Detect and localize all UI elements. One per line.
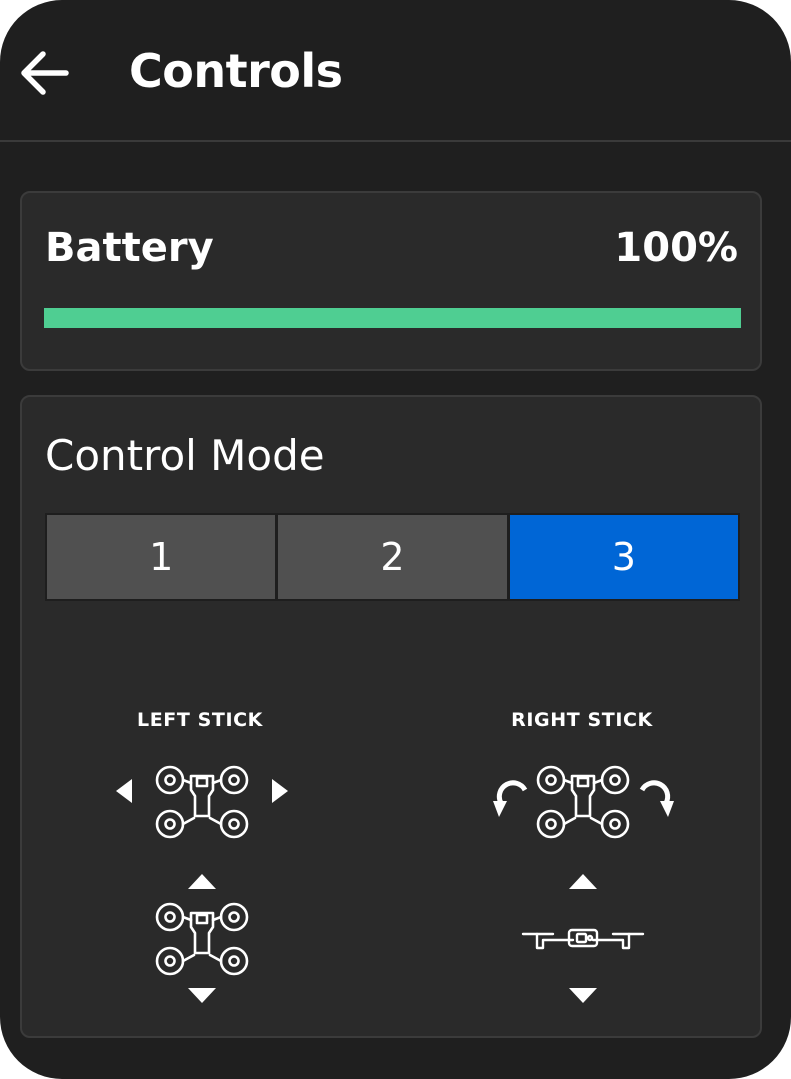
rotate-ccw-icon [493, 783, 525, 817]
battery-percentage: 100% [614, 225, 738, 271]
battery-bar [44, 308, 741, 328]
battery-bar-fill [44, 308, 741, 328]
arrow-left-icon [116, 779, 132, 803]
header: Controls [0, 0, 791, 142]
stick-diagram [116, 765, 760, 1003]
arrow-left-icon [21, 51, 69, 95]
battery-card: Battery 100% [20, 191, 762, 371]
drone-side-icon [521, 928, 645, 950]
arrow-right-icon [272, 779, 288, 803]
arrow-down-icon [569, 988, 597, 1003]
back-button[interactable] [16, 44, 74, 102]
header-divider [0, 140, 791, 142]
drone-top-icon [155, 765, 249, 839]
control-mode-card: Control Mode 1 2 3 LEFT STICK RIGHT STIC… [20, 395, 762, 1038]
rotate-cw-icon [642, 783, 674, 817]
arrow-up-icon [569, 874, 597, 889]
drone-top-icon [536, 765, 630, 839]
arrow-down-icon [188, 988, 216, 1003]
arrow-up-icon [188, 874, 216, 889]
battery-title: Battery [45, 225, 214, 271]
page-title: Controls [129, 44, 343, 98]
drone-top-icon [155, 902, 249, 976]
controls-screen: Controls Battery 100% Control Mode 1 2 3… [0, 0, 791, 1079]
